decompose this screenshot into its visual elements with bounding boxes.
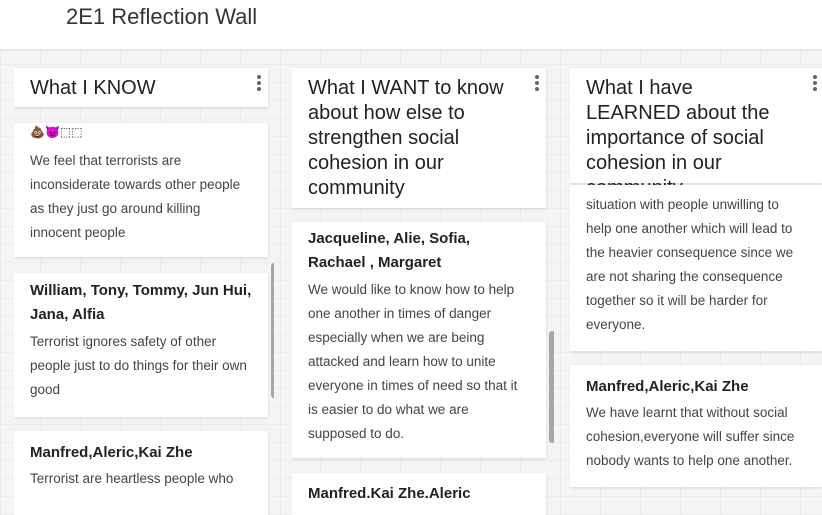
column-title: What I KNOW	[30, 77, 156, 99]
column-header: What I KNOW	[14, 68, 268, 107]
post-body: situation with people unwilling to help …	[586, 197, 794, 332]
column-title: What I WANT to know about how else to st…	[308, 77, 504, 199]
post-card[interactable]: Manfred,Aleric,Kai Zhe Terrorist are hea…	[14, 431, 268, 515]
post-card[interactable]: Manfred,Aleric,Kai Zhe We have learnt th…	[570, 365, 822, 487]
more-options-icon[interactable]	[256, 75, 262, 93]
more-options-icon[interactable]	[812, 75, 818, 93]
column-scrollbar[interactable]	[271, 263, 274, 398]
post-card[interactable]: 💩😈⬚⬚ We feel that terrorists are inconsi…	[14, 123, 268, 257]
post-body: We feel that terrorists are inconsiderat…	[30, 153, 241, 240]
post-body: We have learnt that without social cohes…	[586, 405, 795, 468]
emoji-row: 💩😈⬚⬚	[30, 125, 83, 139]
column-want: What I WANT to know about how else to st…	[292, 51, 554, 515]
column-scrollbar[interactable]	[549, 331, 554, 443]
more-options-icon[interactable]	[534, 75, 540, 93]
post-body: Terrorist ignores safety of other people…	[30, 334, 247, 397]
column-learned: What I have LEARNED about the importance…	[570, 51, 822, 515]
wall-board: What I KNOW 💩😈⬚⬚ We feel that terrorists…	[0, 51, 822, 515]
post-body: We would like to know how to help one an…	[308, 282, 518, 441]
post-card[interactable]: William, Tony, Tommy, Jun Hui, Jana, Alf…	[14, 273, 268, 417]
post-card[interactable]: Manfred.Kai Zhe.Aleric	[292, 473, 546, 515]
column-header: What I WANT to know about how else to st…	[292, 68, 546, 208]
page-title: 2E1 Reflection Wall	[66, 4, 258, 29]
column-know: What I KNOW 💩😈⬚⬚ We feel that terrorists…	[14, 51, 274, 515]
app-header: 2E1 Reflection Wall	[0, 0, 822, 50]
column-header: What I have LEARNED about the importance…	[570, 68, 822, 199]
post-author: Manfred.Kai Zhe.Aleric	[308, 485, 471, 502]
post-author: William, Tony, Tommy, Jun Hui, Jana, Alf…	[30, 282, 252, 323]
post-author: Manfred,Aleric,Kai Zhe	[30, 444, 193, 461]
post-author: Manfred,Aleric,Kai Zhe	[586, 378, 749, 395]
post-card[interactable]: Jacqueline, Alie, Sofia, Rachael , Marga…	[292, 222, 546, 458]
post-author: Jacqueline, Alie, Sofia, Rachael , Marga…	[308, 230, 470, 271]
column-title: What I have LEARNED about the importance…	[586, 77, 770, 199]
post-body: Terrorist are heartless people who	[30, 471, 234, 486]
post-card[interactable]: situation with people unwilling to help …	[570, 185, 822, 351]
